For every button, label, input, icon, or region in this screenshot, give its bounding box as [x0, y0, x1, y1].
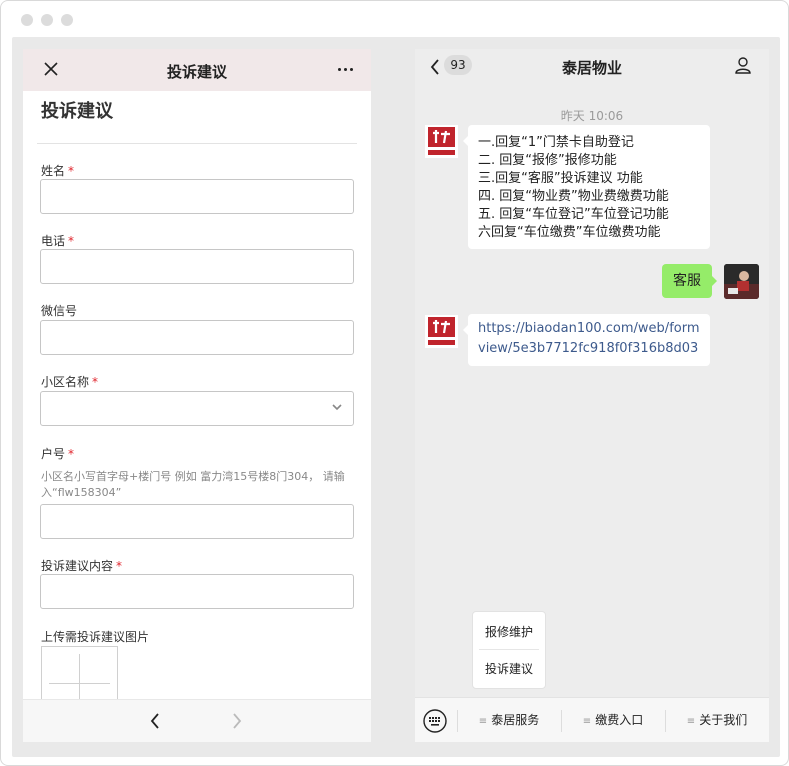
name-input[interactable] — [40, 179, 354, 214]
form-header: 投诉建议 — [23, 49, 371, 91]
user-avatar[interactable] — [724, 264, 759, 299]
back-arrow-icon[interactable] — [147, 711, 163, 731]
user-profile-icon[interactable] — [734, 56, 752, 74]
image-upload-box[interactable] — [41, 646, 118, 707]
upload-label: 上传需投诉建议图片 — [41, 630, 150, 644]
menu-line: 二. 回复“报修”报修功能 — [478, 153, 617, 168]
wechat-label: 微信号 — [41, 304, 78, 318]
required-mark: * — [92, 375, 99, 389]
window-close-dot[interactable] — [21, 14, 33, 26]
phone-input[interactable] — [40, 249, 354, 284]
forward-arrow-icon[interactable] — [229, 711, 245, 731]
menu-line: 三.回复“客服”投诉建议 功能 — [478, 171, 643, 186]
required-mark: * — [68, 234, 75, 248]
menu-message-bubble: 一.回复“1”门禁卡自助登记 二. 回复“报修”报修功能 三.回复“客服”投诉建… — [463, 125, 710, 249]
phone-label: 电话 * — [41, 234, 75, 248]
title-divider — [37, 143, 357, 144]
community-label: 小区名称 * — [41, 375, 99, 389]
submenu-item-complaint[interactable]: 投诉建议 — [473, 660, 545, 677]
required-mark: * — [68, 164, 75, 178]
form-link[interactable]: view/5e3b7712fc918f0f316b8d03 — [478, 339, 698, 359]
unit-hint: 小区名小写首字母+楼门号 例如 富力湾15号楼8门304， 请输 入“flw15… — [41, 470, 345, 499]
service-submenu: 报修维护 投诉建议 — [472, 611, 546, 689]
app-window: 投诉建议 投诉建议 姓名 * 电话 * 微信号 小区名称 * 户号 * 小区名小… — [0, 0, 789, 766]
form-header-title: 投诉建议 — [166, 63, 227, 81]
content-label: 投诉建议内容 * — [41, 559, 123, 573]
menu-services[interactable]: ≡ 泰居服务 — [457, 698, 561, 742]
name-label: 姓名 * — [41, 164, 75, 178]
chat-bottom-menu: ≡ 泰居服务 ≡ 缴费入口 ≡ 关于我们 — [415, 697, 769, 742]
company-logo-avatar[interactable] — [425, 315, 458, 348]
chat-panel: 93 泰居物业 昨天 10:06 一.回复“1”门禁卡自助登记 二. 回复“报修… — [415, 49, 769, 742]
unit-input[interactable] — [40, 504, 354, 539]
menu-list-icon: ≡ — [478, 716, 488, 727]
menu-line: 五. 回复“车位登记”车位登记功能 — [478, 207, 669, 222]
unit-label: 户号 * — [41, 447, 75, 461]
form-title: 投诉建议 — [41, 101, 113, 122]
menu-line: 六回复“车位缴费”车位缴费功能 — [478, 225, 661, 240]
window-controls — [21, 14, 73, 26]
keyboard-icon[interactable] — [423, 709, 447, 733]
required-mark: * — [116, 559, 123, 573]
browser-nav-bar — [23, 699, 371, 742]
chat-title: 泰居物业 — [561, 59, 622, 77]
community-select[interactable] — [40, 391, 354, 426]
content-stage: 投诉建议 投诉建议 姓名 * 电话 * 微信号 小区名称 * 户号 * 小区名小… — [12, 37, 780, 757]
required-mark: * — [68, 447, 75, 461]
menu-line: 一.回复“1”门禁卡自助登记 — [478, 135, 634, 150]
company-logo-avatar[interactable] — [425, 125, 458, 158]
wechat-input[interactable] — [40, 320, 354, 355]
more-options-icon[interactable] — [338, 68, 353, 71]
menu-payment[interactable]: ≡ 缴费入口 — [561, 698, 665, 742]
content-input[interactable] — [40, 574, 354, 609]
menu-about[interactable]: ≡ 关于我们 — [665, 698, 769, 742]
chevron-down-icon — [332, 404, 342, 411]
link-message-bubble[interactable]: https://biaodan100.com/web/form view/5e3… — [463, 314, 710, 366]
window-minimize-dot[interactable] — [41, 14, 53, 26]
form-page: 投诉建议 投诉建议 姓名 * 电话 * 微信号 小区名称 * 户号 * 小区名小… — [23, 49, 371, 742]
menu-list-icon: ≡ — [686, 716, 696, 727]
form-link[interactable]: https://biaodan100.com/web/form — [478, 319, 700, 339]
menu-list-icon: ≡ — [582, 716, 592, 727]
submenu-item-repair[interactable]: 报修维护 — [473, 623, 545, 640]
menu-line: 四. 回复“物业费”物业费缴费功能 — [478, 189, 669, 204]
window-zoom-dot[interactable] — [61, 14, 73, 26]
my-message-bubble: 客服 — [662, 264, 717, 298]
message-timestamp: 昨天 10:06 — [560, 109, 624, 123]
